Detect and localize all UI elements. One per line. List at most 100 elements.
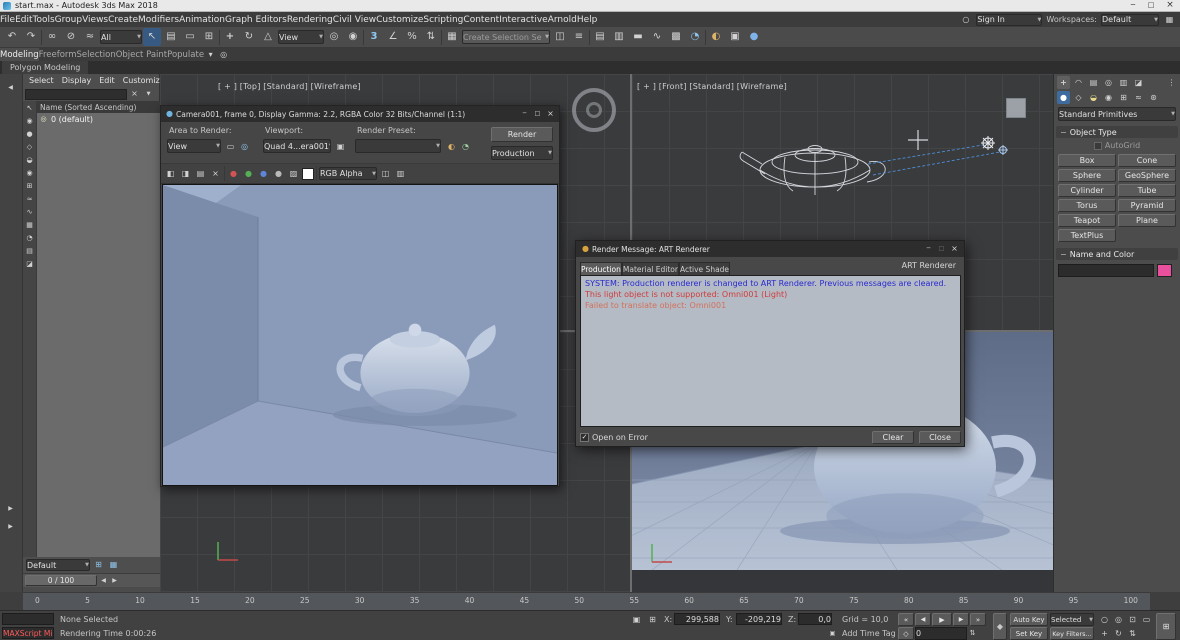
explorer-preset-dropdown[interactable]: Default ▼ <box>26 559 90 571</box>
explorer-row-default-layer[interactable]: ◎ 0 (default) <box>37 113 160 125</box>
curve-editor-icon[interactable]: ∿ <box>648 28 666 46</box>
rfw-minimize-button[interactable]: ─ <box>518 108 531 121</box>
previous-frame-button[interactable]: ◀ <box>915 613 931 626</box>
primitive-button-sphere[interactable]: Sphere <box>1058 169 1116 182</box>
window-minimize-button[interactable]: ─ <box>1124 0 1142 12</box>
rfw-render-setup-icon[interactable]: ◐ <box>445 140 458 153</box>
steering-wheel-compass[interactable] <box>572 88 616 132</box>
explorer-menu-select[interactable]: Select <box>25 76 58 85</box>
explorer-materials-filter-icon[interactable]: ◔ <box>24 233 35 244</box>
rfw-green-channel-icon[interactable]: ● <box>242 167 255 180</box>
percent-snap-icon[interactable]: % <box>403 28 421 46</box>
menu-animation[interactable]: Animation <box>179 15 225 25</box>
maxscript-mini-listener[interactable]: MAXScript Mi <box>2 627 54 639</box>
dialog-maximize-button[interactable]: □ <box>935 243 948 256</box>
omni-light-target-icon[interactable] <box>998 145 1008 155</box>
selection-lock-icon[interactable]: ▣ <box>630 613 643 626</box>
pan-view-icon[interactable]: + <box>1098 627 1111 640</box>
track-bar[interactable]: 0 5 10 15 20 25 30 35 40 45 50 55 60 65 … <box>23 592 1150 610</box>
named-selection-sets-dropdown[interactable]: Create Selection Se ▼ <box>462 30 550 44</box>
align-icon[interactable]: ≡ <box>570 28 588 46</box>
create-tab-icon[interactable]: + <box>1057 76 1070 89</box>
angle-snap-icon[interactable]: ∠ <box>384 28 402 46</box>
key-filters-button[interactable]: Key Filters... <box>1050 627 1094 640</box>
display-tab-icon[interactable]: ▥ <box>1117 76 1130 89</box>
select-and-rotate-icon[interactable]: ↻ <box>240 28 258 46</box>
rfw-blue-channel-icon[interactable]: ● <box>257 167 270 180</box>
selection-filter-dropdown[interactable]: All ▼ <box>100 30 142 44</box>
primitive-button-box[interactable]: Box <box>1058 154 1116 167</box>
ribbon-tab-freeform[interactable]: Freeform <box>39 48 77 61</box>
menu-civil-view[interactable]: Civil View <box>333 15 376 25</box>
explorer-list-header[interactable]: Name (Sorted Ascending) <box>37 101 160 113</box>
menu-content[interactable]: Content <box>463 15 499 25</box>
menu-views[interactable]: Views <box>82 15 108 25</box>
z-coordinate-field[interactable]: 0,0 <box>798 613 832 625</box>
window-close-button[interactable]: × <box>1160 0 1180 12</box>
dock-collapse-arrow-icon[interactable]: ◀ <box>4 82 17 95</box>
time-slider-thumb[interactable]: 0 / 100 <box>25 575 97 586</box>
toggle-scene-explorer-icon[interactable]: ▤ <box>591 28 609 46</box>
set-keys-button[interactable]: ◆ <box>993 613 1007 640</box>
select-and-scale-icon[interactable]: △ <box>259 28 277 46</box>
select-and-link-icon[interactable]: ∞ <box>43 28 61 46</box>
rfw-compare-icon[interactable]: ▥ <box>394 167 407 180</box>
selection-region-icon[interactable]: ▭ <box>181 28 199 46</box>
explorer-menu-edit[interactable]: Edit <box>95 76 119 85</box>
explorer-groups-filter-icon[interactable]: ▤ <box>24 246 35 257</box>
hierarchy-tab-icon[interactable]: ▤ <box>1087 76 1100 89</box>
primitive-button-pyramid[interactable]: Pyramid <box>1118 199 1176 212</box>
shapes-category-icon[interactable]: ◇ <box>1072 91 1085 104</box>
omni-light-icon[interactable] <box>981 136 995 150</box>
primitive-button-torus[interactable]: Torus <box>1058 199 1116 212</box>
menu-scripting[interactable]: Scripting <box>423 15 463 25</box>
close-button[interactable]: Close <box>919 431 961 444</box>
layer-visibility-icon[interactable]: ◎ <box>39 115 48 124</box>
reference-coordinate-dropdown[interactable]: View ▼ <box>278 30 324 44</box>
rfw-save-icon[interactable]: ◧ <box>164 167 177 180</box>
viewcube[interactable] <box>1006 98 1026 118</box>
add-time-tag-button[interactable]: Add Time Tag <box>842 629 896 638</box>
time-slider-next-icon[interactable]: ▶ <box>110 574 119 587</box>
primitive-button-cone[interactable]: Cone <box>1118 154 1176 167</box>
rfw-layers-icon[interactable]: ◫ <box>379 167 392 180</box>
walk-through-icon[interactable]: ⇅ <box>1126 627 1139 640</box>
object-color-swatch[interactable] <box>1157 264 1172 277</box>
lights-category-icon[interactable]: ◒ <box>1087 91 1100 104</box>
workspace-settings-icon[interactable]: ▦ <box>1163 13 1176 26</box>
menu-modifiers[interactable]: Modifiers <box>138 15 179 25</box>
ribbon-tab-object-paint[interactable]: Object Paint <box>116 48 167 61</box>
x-coordinate-field[interactable]: 299,588 <box>674 613 720 625</box>
ribbon-toggle-icon[interactable]: ▬ <box>629 28 647 46</box>
key-selection-dropdown[interactable]: Selected ▼ <box>1050 613 1094 626</box>
utilities-tab-icon[interactable]: ◪ <box>1132 76 1145 89</box>
clear-button[interactable]: Clear <box>872 431 914 444</box>
edit-named-selection-sets-icon[interactable]: ▦ <box>443 28 461 46</box>
snaps-toggle-icon[interactable]: 3 <box>365 28 383 46</box>
select-by-name-icon[interactable]: ▤ <box>162 28 180 46</box>
object-type-rollout-header[interactable]: − Object Type <box>1056 126 1178 138</box>
go-to-end-button[interactable]: » <box>970 613 986 626</box>
time-slider-prev-icon[interactable]: ◀ <box>99 574 108 587</box>
menu-group[interactable]: Group <box>55 15 82 25</box>
systems-category-icon[interactable]: ⊛ <box>1147 91 1160 104</box>
unlink-selection-icon[interactable]: ⊘ <box>62 28 80 46</box>
toggle-layer-explorer-icon[interactable]: ▥ <box>610 28 628 46</box>
tab-active-shade[interactable]: Active Shade <box>679 262 730 275</box>
rfw-channel-dropdown[interactable]: RGB Alpha ▼ <box>319 167 377 180</box>
geometry-category-icon[interactable]: ● <box>1057 91 1070 104</box>
primitive-button-textplus[interactable]: TextPlus <box>1058 229 1116 242</box>
menu-graph-editors[interactable]: Graph Editors <box>225 15 287 25</box>
modify-tab-icon[interactable]: ◠ <box>1072 76 1085 89</box>
menu-interactive[interactable]: Interactive <box>499 15 547 25</box>
search-options-icon[interactable]: ▼ <box>142 88 155 101</box>
rfw-print-icon[interactable]: ▤ <box>194 167 207 180</box>
explorer-select-icon[interactable]: ↖ <box>24 103 35 114</box>
select-and-move-icon[interactable]: + <box>221 28 239 46</box>
dialog-minimize-button[interactable]: ─ <box>922 243 935 256</box>
dialog-titlebar[interactable]: ● Render Message: ART Renderer ─ □ × <box>576 241 964 257</box>
key-mode-toggle-button[interactable]: ◇ <box>898 627 914 640</box>
menu-file[interactable]: File <box>0 15 15 25</box>
explorer-spacewarps-filter-icon[interactable]: ≈ <box>24 194 35 205</box>
render-production-icon[interactable]: ● <box>745 28 763 46</box>
